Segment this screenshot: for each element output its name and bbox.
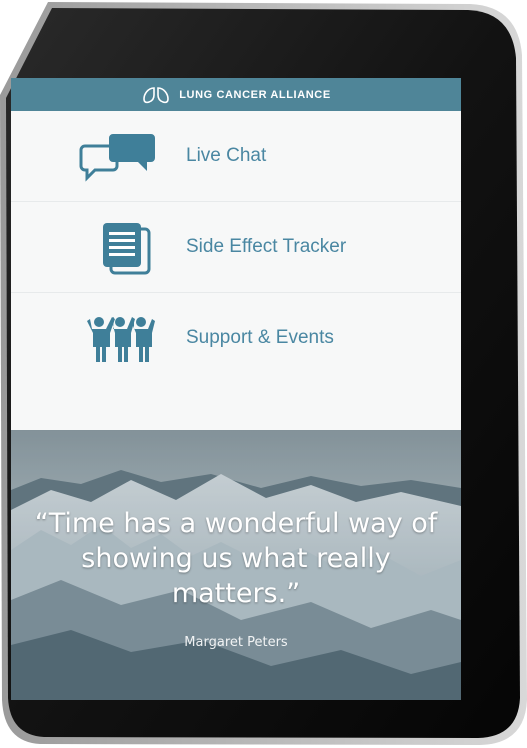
menu-item-label: Support & Events — [186, 327, 334, 348]
menu-item-label: Live Chat — [186, 145, 267, 166]
menu-item-support-events[interactable]: Support & Events — [11, 293, 461, 383]
quote-author: Margaret Peters — [184, 635, 288, 650]
menu-item-live-chat[interactable]: Live Chat — [11, 111, 461, 202]
chat-bubbles-icon — [79, 132, 161, 184]
brand-header: LUNG CANCER ALLIANCE — [11, 78, 461, 111]
inspirational-quote: “Time has a wonderful way of showing us … — [34, 508, 438, 609]
documents-icon — [79, 223, 161, 275]
quote-banner: “Time has a wonderful way of showing us … — [11, 430, 461, 700]
app-screen: LUNG CANCER ALLIANCE Live Chat Side Effe… — [11, 78, 461, 700]
menu-item-side-effect-tracker[interactable]: Side Effect Tracker — [11, 202, 461, 293]
people-group-icon — [79, 314, 161, 366]
main-menu: Live Chat Side Effect Tracker Support & … — [11, 111, 461, 383]
lungs-icon — [143, 86, 170, 103]
menu-item-label: Side Effect Tracker — [186, 236, 347, 257]
brand-name: LUNG CANCER ALLIANCE — [179, 88, 331, 101]
